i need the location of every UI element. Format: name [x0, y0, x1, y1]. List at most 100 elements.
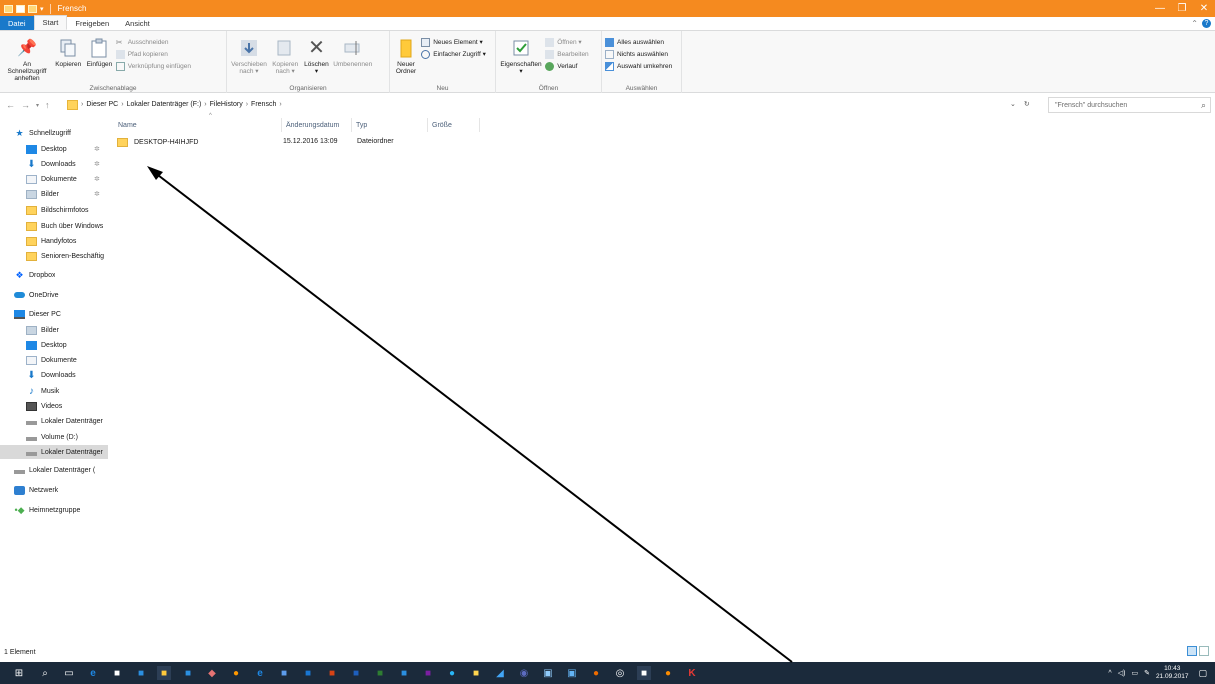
nav-item-network[interactable]: Netzwerk: [14, 483, 58, 497]
nav-item-drive-selected[interactable]: Lokaler Datenträger: [0, 445, 108, 459]
pin-quick-access-button[interactable]: 📌 An Schnellzugriff anheften: [3, 33, 51, 82]
windows-start-icon[interactable]: ⊞: [12, 666, 26, 680]
forward-arrow-icon[interactable]: →: [21, 100, 30, 110]
nav-item-desktop[interactable]: Desktop ✲: [26, 142, 108, 156]
breadcrumb-item[interactable]: FileHistory: [210, 101, 243, 108]
edge-browser-icon[interactable]: e: [86, 666, 100, 680]
app-icon[interactable]: ●: [661, 666, 675, 680]
paste-shortcut-button[interactable]: Verknüpfung einfügen: [115, 61, 191, 71]
excel-icon[interactable]: ■: [373, 666, 387, 680]
nav-item-videos[interactable]: Videos: [26, 399, 108, 413]
help-icon[interactable]: ?: [1202, 19, 1211, 28]
nav-item-pictures[interactable]: Bilder ✲: [26, 187, 108, 201]
up-arrow-icon[interactable]: ↑: [45, 100, 50, 110]
breadcrumb-item[interactable]: Frensch: [251, 101, 276, 108]
easy-access-button[interactable]: Einfacher Zugriff ▾: [421, 49, 486, 59]
nav-item-drive[interactable]: Volume (D:): [26, 430, 108, 444]
breadcrumb-separator[interactable]: ›: [279, 101, 281, 108]
close-button[interactable]: ✕: [1193, 0, 1215, 17]
task-view-icon[interactable]: ▭: [62, 666, 76, 680]
nav-item-folder[interactable]: Bildschirmfotos: [26, 203, 108, 217]
recent-locations-icon[interactable]: ▾: [36, 102, 39, 110]
new-item-button[interactable]: Neues Element ▾: [421, 37, 486, 47]
collapse-ribbon-icon[interactable]: ⌃: [1191, 19, 1198, 28]
edit-button[interactable]: Bearbeiten: [545, 49, 589, 59]
nav-item-downloads[interactable]: ⬇ Downloads: [26, 368, 108, 382]
tray-overflow-icon[interactable]: ^: [1108, 670, 1111, 677]
nav-item-quick-access[interactable]: ★ Schnellzugriff: [14, 126, 70, 140]
open-button[interactable]: Öffnen ▾: [545, 37, 588, 47]
cut-button[interactable]: ✂ Ausschneiden: [116, 37, 191, 47]
search-icon[interactable]: ⌕: [1201, 100, 1206, 111]
breadcrumb-separator[interactable]: ›: [121, 101, 123, 108]
app-icon[interactable]: ●: [589, 666, 603, 680]
maximize-button[interactable]: ❐: [1171, 0, 1193, 17]
nav-item-folder[interactable]: Senioren-Beschäftig: [26, 249, 108, 263]
app-icon[interactable]: ■: [181, 666, 195, 680]
new-folder-button[interactable]: Neuer Ordner: [393, 33, 419, 75]
nav-item-downloads[interactable]: ⬇ Downloads ✲: [26, 157, 108, 171]
chrome-icon[interactable]: ◎: [613, 666, 627, 680]
move-to-button[interactable]: Verschieben nach ▾: [230, 33, 268, 75]
column-header-modified[interactable]: Änderungsdatum: [282, 118, 352, 132]
breadcrumb-separator[interactable]: ›: [246, 101, 248, 108]
nav-item-folder[interactable]: Handyfotos: [26, 234, 108, 248]
copy-button[interactable]: Kopieren: [53, 33, 83, 68]
properties-qat-icon[interactable]: [16, 4, 25, 13]
nav-item-documents[interactable]: Dokumente ✲: [26, 172, 108, 186]
firefox-icon[interactable]: ●: [229, 666, 243, 680]
paste-button[interactable]: Einfügen: [85, 33, 113, 68]
tab-start[interactable]: Start: [33, 15, 68, 30]
onenote-icon[interactable]: ■: [421, 666, 435, 680]
invert-selection-button[interactable]: Auswahl umkehren: [605, 61, 672, 71]
select-none-button[interactable]: Nichts auswählen: [605, 49, 672, 59]
nav-item-onedrive[interactable]: OneDrive: [14, 288, 59, 302]
search-input[interactable]: "Frensch" durchsuchen ⌕: [1048, 97, 1211, 113]
network-tray-icon[interactable]: ▭: [1131, 669, 1138, 677]
column-header-name[interactable]: Name: [114, 118, 282, 132]
pen-icon[interactable]: ✎: [1144, 669, 1150, 677]
breadcrumb[interactable]: › Dieser PC › Lokaler Datenträger (F:) ›…: [67, 96, 799, 113]
large-icons-view-icon[interactable]: [1199, 646, 1209, 656]
column-header-type[interactable]: Typ: [352, 118, 428, 132]
app-icon[interactable]: ▣: [565, 666, 579, 680]
delete-button[interactable]: ✕ Löschen ▾: [302, 33, 330, 76]
file-row[interactable]: DESKTOP-H4IHJFD 15.12.2016 13:09 Dateior…: [112, 135, 492, 150]
volume-icon[interactable]: ◁): [1118, 669, 1126, 677]
app-icon[interactable]: ■: [277, 666, 291, 680]
new-folder-qat-icon[interactable]: [28, 4, 37, 13]
breadcrumb-item[interactable]: Lokaler Datenträger (F:): [127, 101, 202, 108]
app-icon[interactable]: ◉: [517, 666, 531, 680]
column-header-size[interactable]: Größe: [428, 118, 480, 132]
nav-item-documents[interactable]: Dokumente: [26, 353, 108, 367]
nav-item-dropbox[interactable]: ❖ Dropbox: [14, 268, 55, 282]
app-icon[interactable]: ◢: [493, 666, 507, 680]
outlook-icon[interactable]: ■: [301, 666, 315, 680]
word-icon[interactable]: ■: [349, 666, 363, 680]
file-explorer-icon[interactable]: ■: [157, 666, 171, 680]
refresh-icon[interactable]: ↻: [1024, 100, 1030, 108]
tab-ansicht[interactable]: Ansicht: [117, 16, 158, 30]
app-icon[interactable]: ◆: [205, 666, 219, 680]
details-view-icon[interactable]: [1187, 646, 1197, 656]
pin-icon[interactable]: ✲: [94, 145, 100, 153]
tab-freigeben[interactable]: Freigeben: [67, 16, 117, 30]
breadcrumb-item[interactable]: Dieser PC: [86, 101, 118, 108]
history-button[interactable]: Verlauf: [545, 61, 588, 71]
copy-path-button[interactable]: Pfad kopieren: [115, 49, 191, 59]
nav-item-pictures[interactable]: Bilder: [26, 323, 108, 337]
nav-item-this-pc[interactable]: Dieser PC: [14, 307, 61, 321]
pin-icon[interactable]: ✲: [94, 190, 100, 198]
search-icon[interactable]: ⌕: [38, 666, 52, 680]
qat-dropdown-icon[interactable]: ▾: [40, 5, 44, 13]
app-icon[interactable]: ■: [397, 666, 411, 680]
app-icon[interactable]: ■: [134, 666, 148, 680]
nav-item-drive[interactable]: Lokaler Datenträger (: [14, 463, 95, 477]
breadcrumb-separator[interactable]: ›: [81, 101, 83, 108]
address-dropdown-icon[interactable]: ⌄: [1010, 100, 1016, 108]
skype-icon[interactable]: ●: [445, 666, 459, 680]
nav-item-homegroup[interactable]: •◆ Heimnetzgruppe: [14, 503, 80, 517]
select-all-button[interactable]: Alles auswählen: [605, 37, 672, 47]
app-icon[interactable]: K: [685, 666, 699, 680]
pin-icon[interactable]: ✲: [94, 160, 100, 168]
